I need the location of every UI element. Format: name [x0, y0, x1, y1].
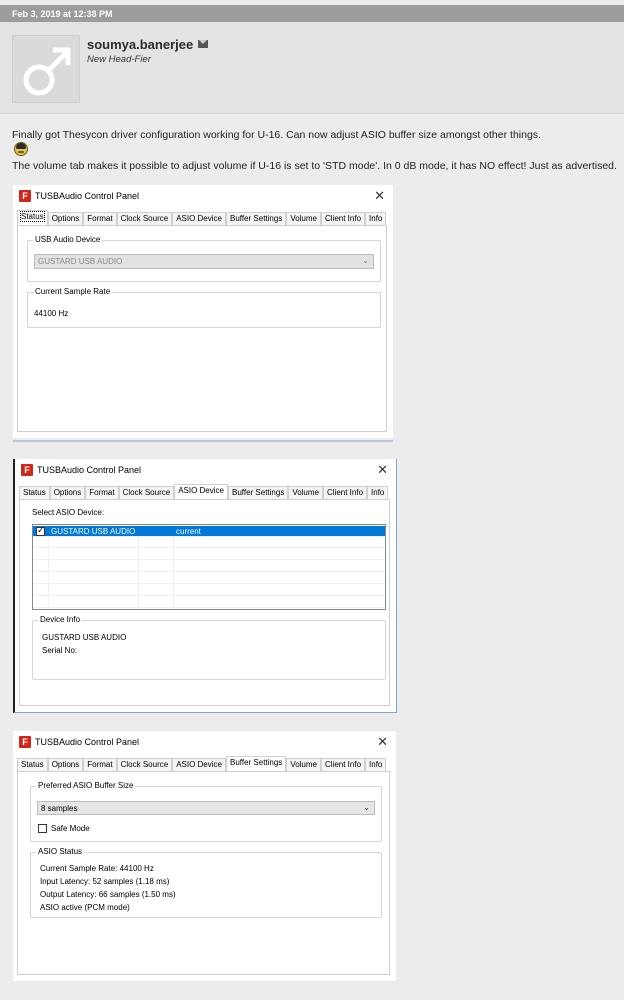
device-info-label: Device Info — [38, 615, 83, 624]
preferred-buffer-label: Preferred ASIO Buffer Size — [36, 781, 136, 790]
app-icon: F — [19, 736, 31, 748]
username-text[interactable]: soumya.banerjee — [87, 37, 193, 52]
tab-status[interactable]: Status — [19, 486, 50, 499]
window-title: TUSBAudio Control Panel — [37, 465, 142, 475]
tab-clock-source[interactable]: Clock Source — [116, 212, 173, 225]
status-output-latency: Output Latency: 66 samples (1.50 ms) — [40, 890, 176, 899]
safe-mode-checkbox[interactable] — [38, 824, 47, 833]
safe-mode-label[interactable]: Safe Mode — [51, 824, 90, 833]
tab-status[interactable]: Status — [17, 758, 48, 771]
device-info-name: GUSTARD USB AUDIO — [42, 633, 127, 642]
tab-clock-source[interactable]: Clock Source — [118, 486, 175, 499]
tab-client-info[interactable]: Client Info — [323, 486, 368, 499]
post-date-bar: Feb 3, 2019 at 12:38 PM — [0, 5, 624, 22]
buffer-tab-body: Preferred ASIO Buffer Size 8 samples ⌄ S… — [17, 771, 390, 975]
post-author-header: soumya.banerjee New Head-Fier — [0, 22, 624, 114]
post-text-line-2: The volume tab makes it possible to adju… — [12, 160, 617, 172]
status-input-latency: Input Latency: 52 samples (1.18 ms) — [40, 877, 170, 886]
nerd-face-icon — [14, 142, 28, 156]
tab-info[interactable]: Info — [365, 758, 387, 771]
window-title: TUSBAudio Control Panel — [35, 737, 140, 747]
app-icon: F — [19, 190, 31, 202]
post-date: Feb 3, 2019 at 12:38 PM — [12, 9, 113, 19]
usb-audio-device-label: USB Audio Device — [33, 235, 103, 244]
tab-format[interactable]: Format — [83, 758, 117, 771]
tab-strip: Status Options Format Clock Source ASIO … — [17, 756, 387, 771]
window-title: TUSBAudio Control Panel — [35, 191, 140, 201]
tab-options[interactable]: Options — [47, 212, 84, 225]
tab-clock-source[interactable]: Clock Source — [116, 758, 173, 771]
list-item — [33, 561, 385, 572]
list-item — [33, 573, 385, 584]
sample-rate-value: 44100 Hz — [34, 309, 69, 318]
buffer-size-value: 8 samples — [41, 804, 78, 813]
app-icon: F — [21, 464, 33, 476]
list-item — [33, 537, 385, 548]
tab-asio-device[interactable]: ASIO Device — [174, 484, 228, 499]
tab-buffer-settings[interactable]: Buffer Settings — [225, 212, 287, 225]
tab-volume[interactable]: Volume — [286, 758, 321, 771]
tab-client-info[interactable]: Client Info — [321, 758, 366, 771]
sample-rate-label: Current Sample Rate — [33, 287, 113, 296]
tab-options[interactable]: Options — [49, 486, 86, 499]
chevron-down-icon: ⌄ — [363, 803, 370, 812]
window-bottom-edge — [13, 440, 393, 442]
window-titlebar[interactable]: F TUSBAudio Control Panel ✕ — [15, 459, 396, 483]
status-sample-rate: Current Sample Rate: 44100 Hz — [40, 864, 154, 873]
tab-strip: Status Options Format Clock Source ASIO … — [19, 484, 389, 499]
list-item — [33, 585, 385, 596]
sample-rate-group: Current Sample Rate 44100 Hz — [27, 287, 381, 328]
asio-tab-body: Select ASIO Device: GUSTARD USB AUDIO cu… — [19, 499, 390, 706]
serial-label: Serial No: — [42, 646, 78, 655]
preferred-buffer-group: Preferred ASIO Buffer Size 8 samples ⌄ S… — [30, 781, 382, 842]
list-item — [33, 597, 385, 608]
tab-options[interactable]: Options — [47, 758, 84, 771]
asio-device-row[interactable]: GUSTARD USB AUDIO current — [33, 525, 385, 537]
tab-buffer-settings[interactable]: Buffer Settings — [225, 756, 287, 771]
tab-volume[interactable]: Volume — [288, 486, 323, 499]
device-info-group: Device Info GUSTARD USB AUDIO Serial No: — [32, 615, 386, 680]
asio-status-group: ASIO Status Current Sample Rate: 44100 H… — [30, 847, 382, 918]
tab-buffer-settings[interactable]: Buffer Settings — [227, 486, 289, 499]
username[interactable]: soumya.banerjee — [87, 37, 209, 52]
tab-strip: Status Options Format Clock Source ASIO … — [17, 210, 387, 225]
device-checkbox[interactable] — [36, 525, 45, 536]
tab-info[interactable]: Info — [365, 212, 387, 225]
tab-volume[interactable]: Volume — [286, 212, 321, 225]
avatar[interactable] — [12, 35, 80, 103]
tab-asio-device[interactable]: ASIO Device — [172, 758, 226, 771]
close-icon[interactable]: ✕ — [377, 462, 388, 478]
tusbaudio-window-asio: F TUSBAudio Control Panel ✕ Status Optio… — [13, 459, 397, 713]
close-icon[interactable]: ✕ — [377, 734, 388, 750]
status-tab-body: USB Audio Device GUSTARD USB AUDIO ⌄ Cur… — [17, 225, 387, 432]
device-name: GUSTARD USB AUDIO — [51, 527, 136, 536]
tusbaudio-window-status: F TUSBAudio Control Panel ✕ Status Optio… — [13, 185, 393, 442]
close-icon[interactable]: ✕ — [374, 188, 385, 204]
tab-info[interactable]: Info — [367, 486, 389, 499]
male-symbol-icon — [23, 47, 71, 96]
device-state: current — [176, 527, 201, 536]
list-item — [33, 549, 385, 560]
envelope-icon[interactable] — [198, 40, 209, 48]
window-titlebar[interactable]: F TUSBAudio Control Panel ✕ — [13, 731, 396, 755]
tab-status[interactable]: Status — [17, 210, 48, 225]
asio-status-label: ASIO Status — [36, 847, 85, 856]
tab-format[interactable]: Format — [85, 486, 119, 499]
select-asio-label: Select ASIO Device: — [32, 508, 105, 517]
tab-format[interactable]: Format — [83, 212, 117, 225]
usb-device-select[interactable]: GUSTARD USB AUDIO ⌄ — [34, 254, 374, 269]
usb-audio-device-group: USB Audio Device GUSTARD USB AUDIO ⌄ — [27, 235, 381, 282]
usb-device-value: GUSTARD USB AUDIO — [38, 257, 123, 266]
buffer-size-select[interactable]: 8 samples ⌄ — [37, 801, 375, 815]
tab-client-info[interactable]: Client Info — [321, 212, 366, 225]
status-asio-mode: ASIO active (PCM mode) — [40, 903, 130, 912]
asio-device-list[interactable]: GUSTARD USB AUDIO current — [32, 524, 386, 610]
user-title: New Head-Fier — [87, 54, 151, 65]
window-titlebar[interactable]: F TUSBAudio Control Panel ✕ — [13, 185, 393, 209]
tusbaudio-window-buffer: F TUSBAudio Control Panel ✕ Status Optio… — [13, 731, 396, 981]
chevron-down-icon: ⌄ — [362, 256, 369, 265]
post-text-line-1: Finally got Thesycon driver configuratio… — [12, 129, 541, 141]
tab-asio-device[interactable]: ASIO Device — [172, 212, 226, 225]
